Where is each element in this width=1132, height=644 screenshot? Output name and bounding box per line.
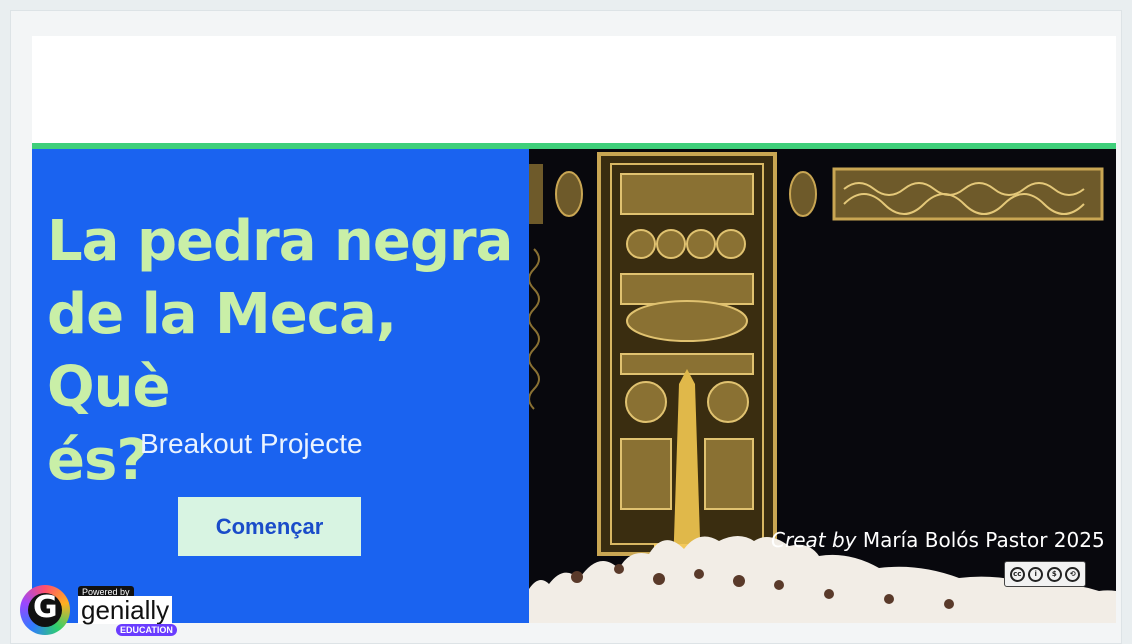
title-line-2: de la Meca, Què bbox=[47, 282, 397, 420]
genially-wordmark: genially bbox=[78, 596, 173, 624]
author-credit: Creat by María Bolós Pastor 2025 bbox=[771, 528, 1105, 552]
credit-prefix: Creat by bbox=[771, 528, 857, 552]
title-line-3: és? bbox=[47, 428, 149, 493]
slide-header-area bbox=[32, 36, 1116, 143]
cc-by-nc-sa-icon: cc i $ ⟲ bbox=[1004, 561, 1086, 587]
title-line-1: La pedra negra bbox=[47, 209, 513, 274]
slide-subtitle: Breakout Projecte bbox=[140, 428, 363, 459]
education-label: EDUCATION bbox=[116, 624, 177, 636]
genially-badge[interactable]: G Powered by genially EDUCATION bbox=[20, 583, 180, 639]
credit-author: María Bolós Pastor 2025 bbox=[862, 528, 1105, 552]
start-button[interactable]: Començar bbox=[178, 497, 361, 556]
